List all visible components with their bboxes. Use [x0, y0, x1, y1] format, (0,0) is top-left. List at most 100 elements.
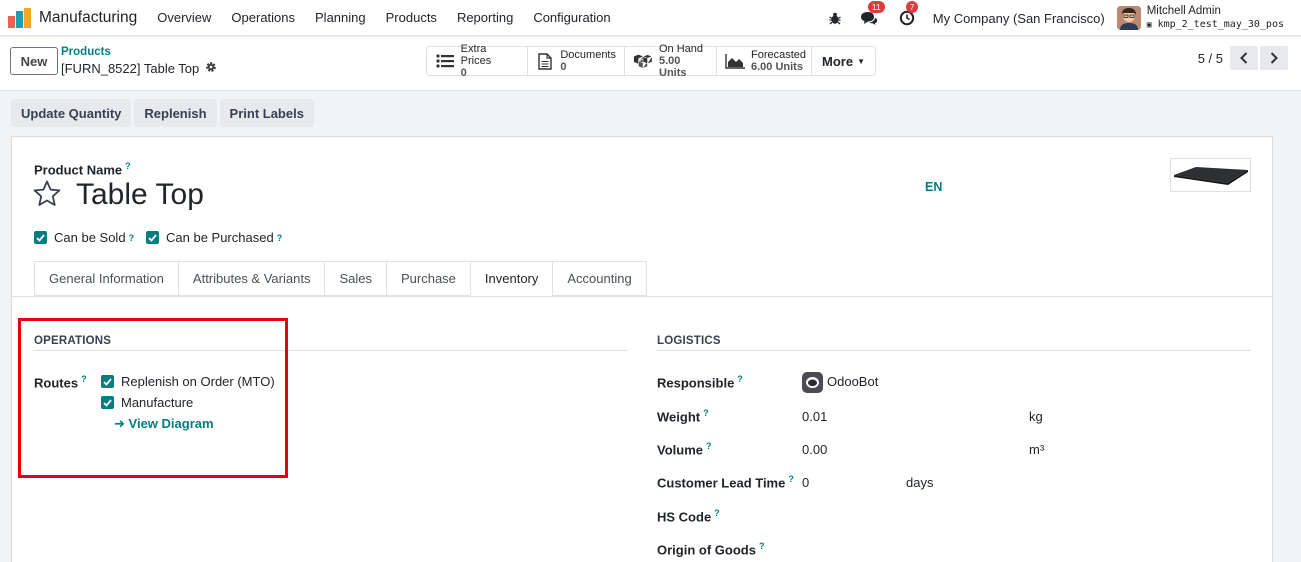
responsible-field[interactable]: OdooBot [827, 374, 878, 389]
breadcrumb-current: [FURN_8522] Table Top [61, 61, 200, 76]
pager-value[interactable]: 5 / 5 [1198, 51, 1223, 66]
language-button[interactable]: EN [925, 180, 942, 194]
chat-icon[interactable]: 11 [859, 1, 885, 28]
customer-lead-time-field[interactable]: 0 [802, 475, 809, 490]
weight-unit: kg [1029, 409, 1043, 424]
menu-reporting[interactable]: Reporting [447, 10, 523, 25]
help-icon[interactable]: ? [129, 233, 135, 243]
header-actions: Update Quantity Replenish Print Labels [11, 99, 314, 127]
area-chart-icon [725, 52, 745, 70]
main-menu: Overview Operations Planning Products Re… [147, 10, 620, 25]
tab-attributes-variants[interactable]: Attributes & Variants [177, 261, 325, 296]
weight-label: Weight? [657, 408, 709, 424]
print-labels-button[interactable]: Print Labels [219, 99, 314, 127]
menu-products[interactable]: Products [376, 10, 447, 25]
help-icon[interactable]: ? [714, 508, 720, 518]
list-icon [435, 52, 455, 70]
can-be-purchased-label: Can be Purchased [166, 230, 274, 245]
tab-general-information[interactable]: General Information [34, 261, 178, 296]
menu-configuration[interactable]: Configuration [523, 10, 620, 25]
app-name[interactable]: Manufacturing [39, 9, 137, 27]
can-be-sold-checkbox[interactable]: Can be Sold ? [34, 230, 134, 245]
checkbox-checked [146, 231, 159, 244]
on-hand-label: On Hand [659, 43, 704, 55]
documents-button[interactable]: Documents 0 [528, 47, 625, 75]
volume-unit: m³ [1029, 442, 1045, 457]
forecasted-label: Forecasted [751, 49, 807, 61]
bug-icon[interactable] [825, 8, 845, 28]
caret-down-icon: ▼ [857, 56, 865, 66]
help-icon[interactable]: ? [277, 233, 283, 243]
checkbox-checked [34, 231, 47, 244]
manufacturing-app-icon[interactable] [8, 7, 32, 28]
tab-purchase[interactable]: Purchase [385, 261, 470, 296]
systray: 11 7 My Company (San Francisco) Mitchell… [825, 0, 1301, 36]
chat-badge: 11 [867, 1, 885, 13]
pager-next-button[interactable] [1260, 46, 1288, 70]
tab-sales[interactable]: Sales [324, 261, 386, 296]
forecasted-button[interactable]: Forecasted 6.00 Units [717, 47, 812, 75]
new-button[interactable]: New [10, 47, 58, 75]
extra-prices-value: 0 [460, 67, 467, 79]
notebook-tabs: General Information Attributes & Variant… [34, 261, 647, 296]
on-hand-value: 5.00 Units [659, 55, 687, 79]
on-hand-button[interactable]: On Hand 5.00 Units [625, 43, 717, 79]
user-menu[interactable]: Mitchell Admin ▣ kmp_2_test_may_30_pos [1147, 5, 1284, 31]
help-icon[interactable]: ? [737, 374, 743, 384]
documents-label: Documents [560, 49, 616, 61]
product-name-label: Product Name? [34, 161, 131, 177]
responsible-label: Responsible? [657, 374, 743, 390]
help-icon[interactable]: ? [125, 161, 131, 171]
user-name: Mitchell Admin [1146, 5, 1221, 17]
avatar[interactable] [1116, 6, 1141, 30]
control-panel: New Products [FURN_8522] Table Top Extra… [0, 37, 1301, 91]
help-icon[interactable]: ? [788, 474, 794, 484]
pager-previous-button[interactable] [1230, 46, 1258, 70]
clock-icon[interactable]: 7 [897, 1, 919, 28]
logistics-title: LOGISTICS [657, 335, 721, 347]
hs-code-label-text: HS Code [657, 509, 712, 525]
company-switcher[interactable]: My Company (San Francisco) [933, 11, 1105, 26]
customer-lead-time-label-text: Customer Lead Time [657, 475, 786, 491]
odoobot-avatar [802, 372, 823, 393]
tab-inventory[interactable]: Inventory [469, 261, 553, 296]
can-be-purchased-checkbox[interactable]: Can be Purchased ? [146, 230, 282, 245]
logistics-divider [657, 350, 1251, 351]
help-icon[interactable]: ? [706, 441, 712, 451]
weight-field[interactable]: 0.01 [802, 409, 827, 424]
more-button[interactable]: More ▼ [812, 47, 875, 75]
help-icon[interactable]: ? [759, 541, 765, 551]
customer-lead-time-unit: days [906, 475, 934, 490]
breadcrumb-products[interactable]: Products [61, 46, 111, 58]
replenish-button[interactable]: Replenish [134, 99, 217, 127]
breadcrumb: [FURN_8522] Table Top [61, 61, 217, 76]
hs-code-label: HS Code? [657, 508, 720, 524]
product-image[interactable] [1170, 158, 1251, 192]
smart-buttons: Extra Prices 0 Documents 0 On Hand 5.00 … [426, 43, 876, 79]
extra-prices-button[interactable]: Extra Prices 0 [427, 43, 528, 79]
database-icon: ▣ [1146, 20, 1152, 29]
tab-accounting[interactable]: Accounting [552, 261, 647, 296]
chevron-right-icon [1270, 52, 1278, 64]
origin-of-goods-label-text: Origin of Goods [657, 542, 756, 558]
menu-operations[interactable]: Operations [221, 10, 305, 25]
weight-label-text: Weight [657, 409, 701, 425]
star-icon[interactable] [33, 180, 61, 210]
document-icon [536, 52, 554, 70]
database-name: ▣ kmp_2_test_may_30_pos [1147, 18, 1284, 31]
update-quantity-button[interactable]: Update Quantity [11, 99, 132, 127]
activity-badge: 7 [905, 1, 919, 13]
customer-lead-time-label: Customer Lead Time? [657, 474, 794, 490]
more-label: More [822, 53, 854, 69]
gear-icon[interactable] [205, 61, 217, 76]
help-icon[interactable]: ? [703, 408, 709, 418]
menu-overview[interactable]: Overview [147, 10, 221, 25]
responsible-label-text: Responsible [657, 375, 735, 391]
menu-planning[interactable]: Planning [305, 10, 376, 25]
documents-value: 0 [560, 61, 567, 73]
product-name-field[interactable]: Table Top [76, 178, 204, 212]
tab-divider [12, 296, 1272, 297]
chevron-left-icon [1240, 52, 1248, 64]
forecasted-value: 6.00 Units [751, 61, 803, 73]
volume-field[interactable]: 0.00 [802, 442, 827, 457]
